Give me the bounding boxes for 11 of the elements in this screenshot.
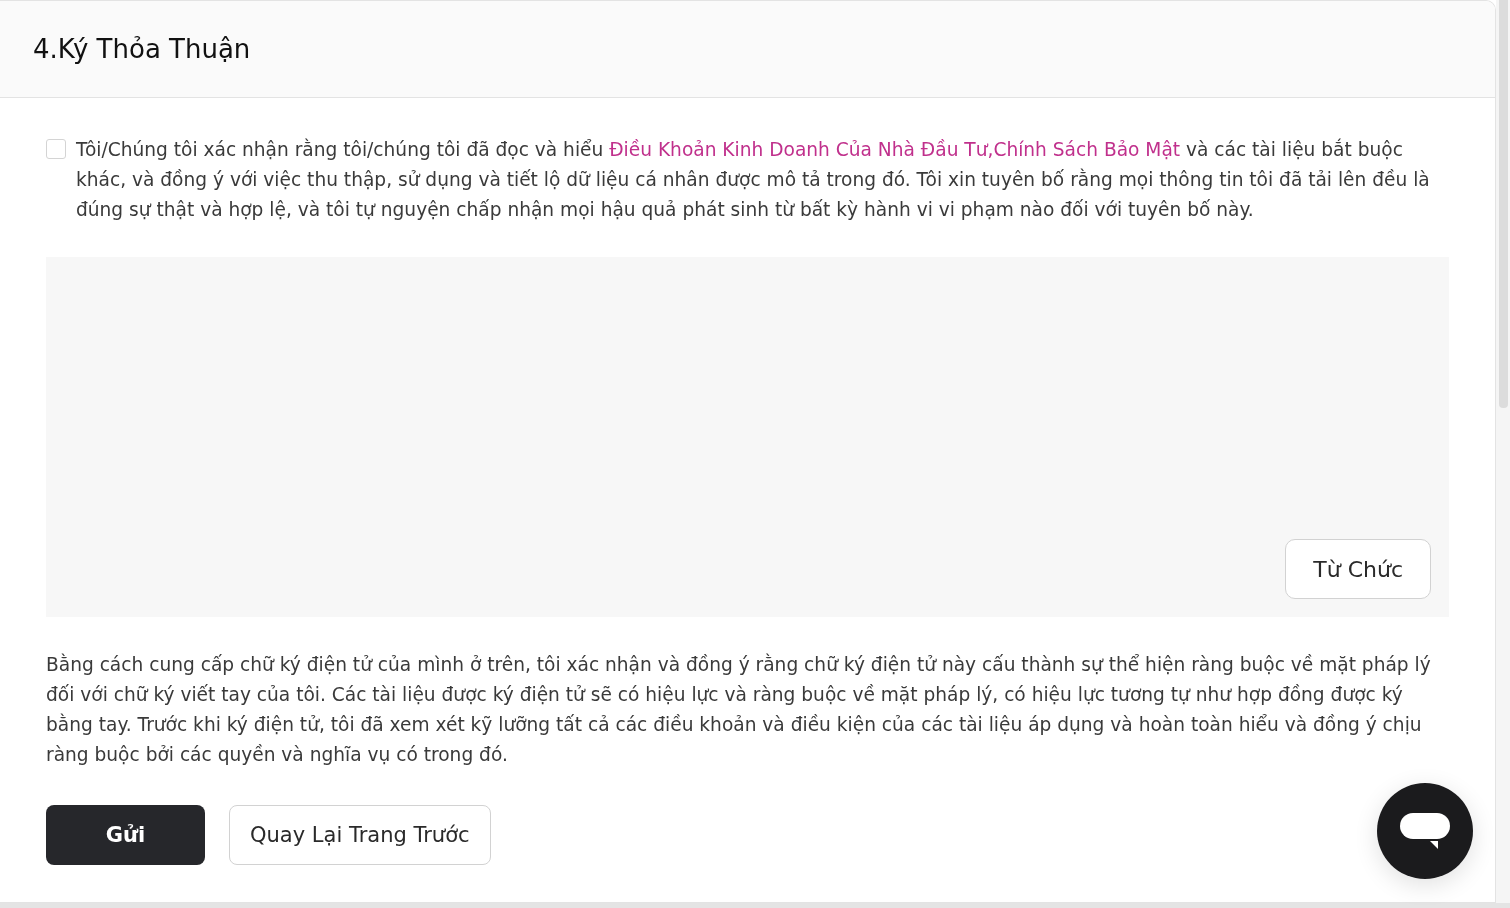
agreement-text: Tôi/Chúng tôi xác nhận rằng tôi/chúng tôi đã đọc và hiểu Điều Khoản Kinh Doanh Của Nhà Đầu Tư,Chính Sách Bảo Mật và các tài liệu bắt buộc khác, và đồng ý với việc thu thập, sử dụng và tiết lộ dữ liệu cá nhân được mô tả trong đó. Tôi xin tuyên bố rằng mọi thông tin tôi đã tải lên đều là đúng sự thật và hợp lệ, và tôi tự nguyện chấp nhận mọi hậu quả phát sinh từ bất kỳ hành vi vi phạm nào đối với tuyên bố này. bbox=[76, 137, 1431, 222]
chat-bubble-icon bbox=[1400, 813, 1450, 849]
resign-button[interactable]: Từ Chức bbox=[1285, 539, 1431, 599]
section-title: 4.Ký Thỏa Thuận bbox=[33, 34, 251, 64]
scrollbar-thumb[interactable] bbox=[1499, 0, 1508, 408]
agreement-checkbox[interactable] bbox=[46, 139, 66, 159]
terms-link[interactable]: Điều Khoản Kinh Doanh Của Nhà Đầu Tư bbox=[609, 139, 988, 160]
disclaimer-text: Bằng cách cung cấp chữ ký điện tử của mình ở trên, tôi xác nhận và đồng ý rằng chữ ký điện tử này cấu thành sự thể hiện ràng buộc về mặt pháp lý đối với chữ ký viết tay của tôi. Các tài liệu được ký điện tử sẽ có hiệu lực và ràng buộc về mặt pháp lý, có hiệu lực tương tự như hợp đồng được ký bằng tay. Trước khi ký điện tử, tôi đã xem xét kỹ lưỡng tất cả các điều khoản và điều kiện của các tài liệu áp dụng và hoàn toàn hiểu và đồng ý chịu ràng buộc bởi các quyền và nghĩa vụ có trong đó. bbox=[46, 652, 1432, 767]
back-button[interactable]: Quay Lại Trang Trước bbox=[229, 805, 491, 865]
signature-pad[interactable]: Từ Chức bbox=[46, 257, 1449, 617]
submit-button[interactable]: Gửi bbox=[46, 805, 205, 865]
